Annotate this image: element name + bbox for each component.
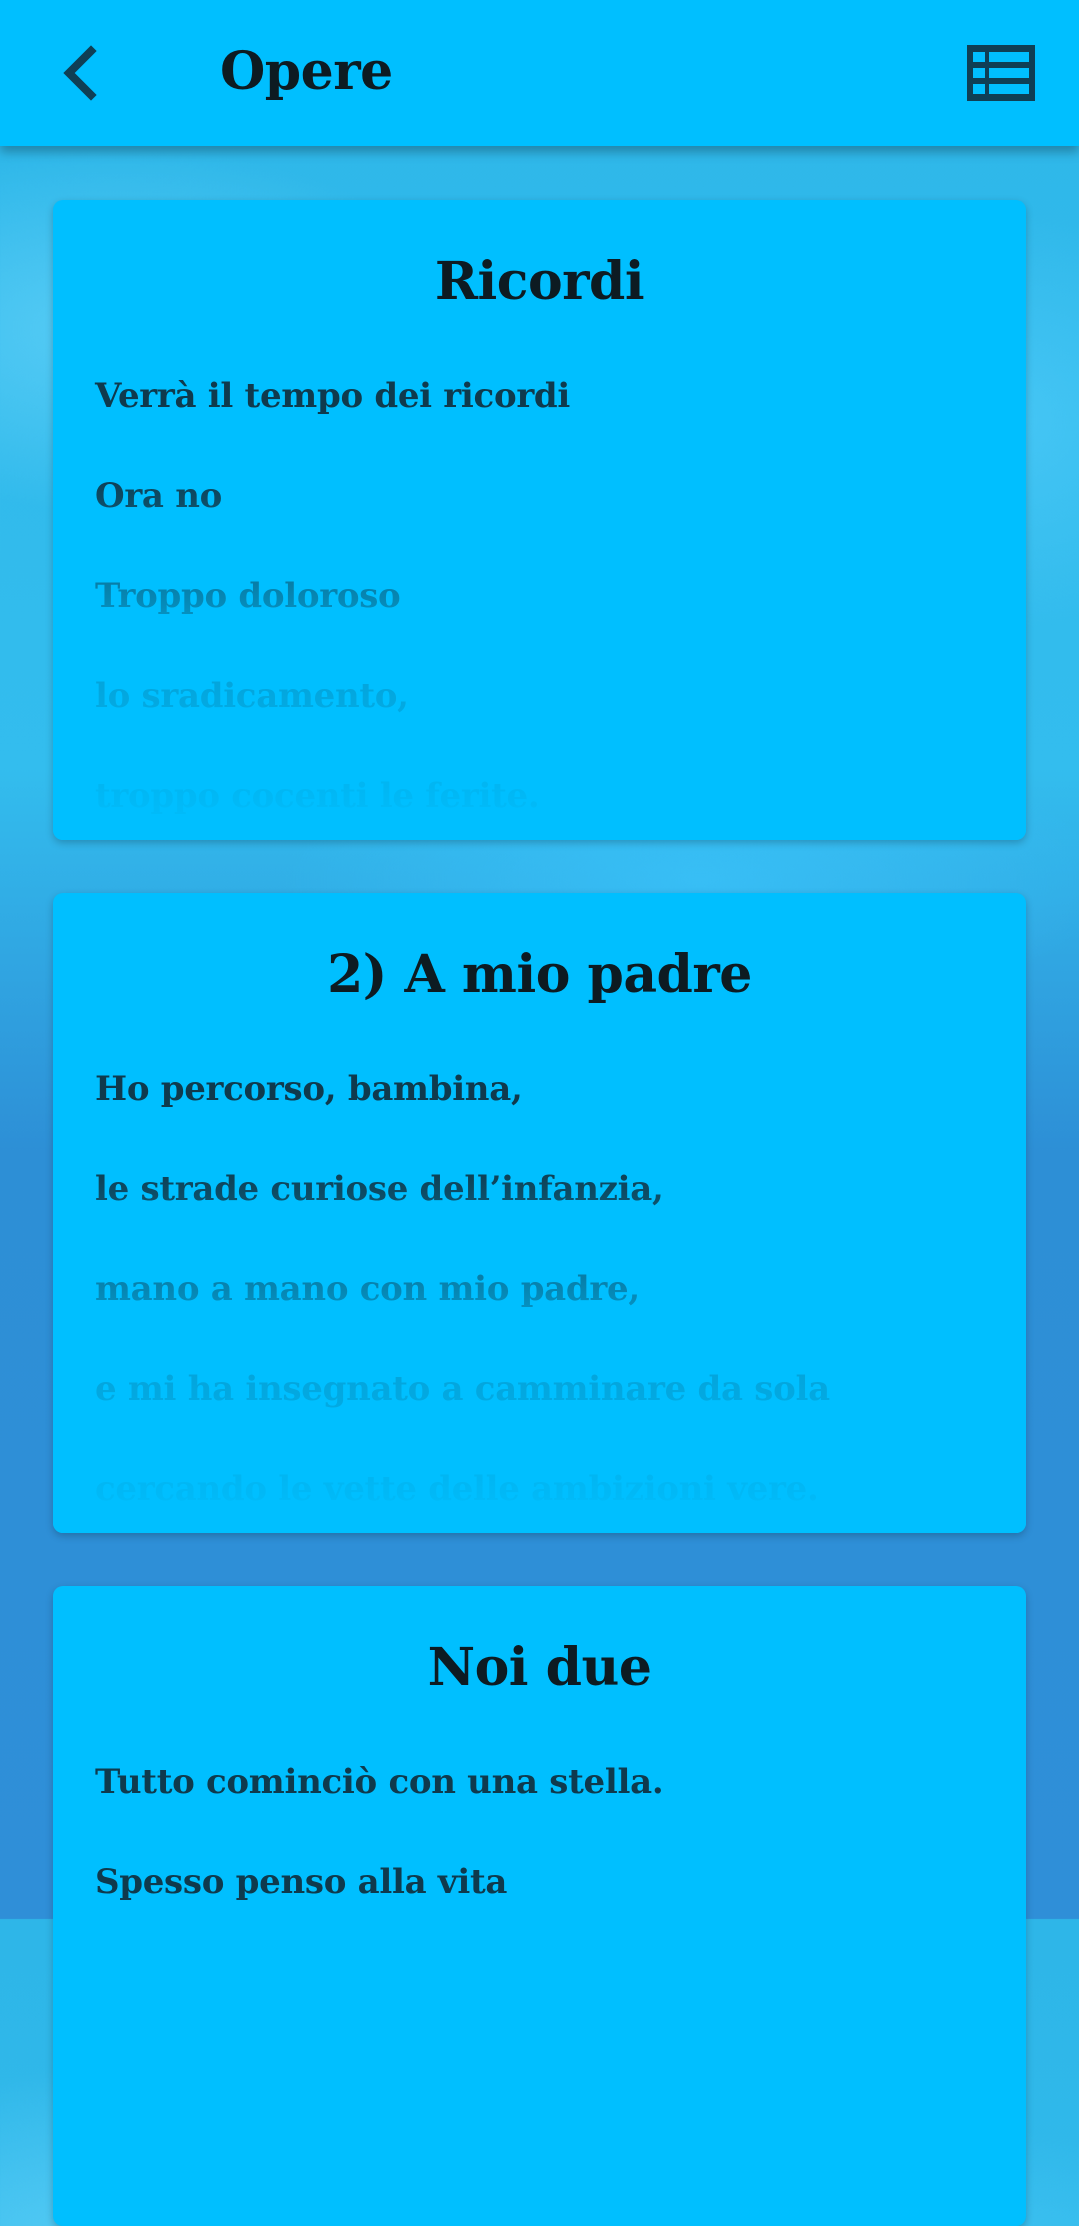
app-bar: Opere — [0, 0, 1079, 146]
back-button[interactable] — [48, 40, 110, 106]
poem-line: le strade curiose dell’infanzia, — [95, 1169, 664, 1209]
poem-line: mano a mano con mio padre, — [95, 1269, 640, 1309]
poem-line: Troppo doloroso — [95, 576, 401, 616]
list-view-icon — [967, 45, 1035, 101]
poem-title: 2) A mio padre — [327, 944, 752, 1005]
chevron-left-icon — [63, 45, 97, 101]
poem-card-noi-due[interactable]: Noi due Tutto cominciò con una stella. S… — [53, 1586, 1026, 2226]
poem-card-a-mio-padre[interactable]: 2) A mio padre Ho percorso, bambina, le … — [53, 893, 1026, 1533]
poem-line: Ho percorso, bambina, — [95, 1069, 523, 1109]
poem-title: Noi due — [427, 1637, 652, 1698]
poem-line: Verrà il tempo dei ricordi — [95, 376, 571, 416]
poem-line: cercando le vette delle ambizioni vere. — [95, 1469, 819, 1509]
poem-line: Tutto cominciò con una stella. — [95, 1762, 664, 1802]
poem-title: Ricordi — [434, 251, 645, 312]
page-title: Opere — [220, 41, 393, 102]
list-view-button[interactable] — [965, 40, 1037, 106]
poem-line: lo sradicamento, — [95, 676, 409, 716]
poem-line: Spesso penso alla vita — [95, 1862, 508, 1902]
poem-line: troppo cocenti le ferite. — [95, 776, 540, 816]
poem-line: Ora no — [95, 476, 222, 516]
poem-line: e mi ha insegnato a camminare da sola — [95, 1369, 830, 1409]
poem-card-ricordi[interactable]: Ricordi Verrà il tempo dei ricordi Ora n… — [53, 200, 1026, 840]
